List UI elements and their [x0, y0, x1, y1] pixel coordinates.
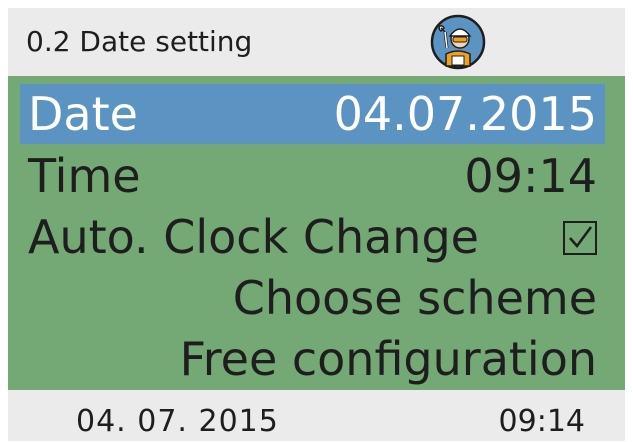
menu-item-free-configuration[interactable]: Free configuration	[20, 329, 605, 389]
check-icon	[569, 226, 593, 248]
status-date: 04. 07. 2015	[76, 404, 279, 439]
menu-item-auto-clock-change[interactable]: Auto. Clock Change	[20, 207, 605, 267]
time-label: Time	[28, 149, 141, 203]
menu-item-date[interactable]: Date 04.07.2015	[20, 84, 605, 144]
header-bar: 0.2 Date setting	[8, 8, 625, 76]
display-screen: 0.2 Date setting Date 04.07.2015 Time 09…	[8, 8, 625, 441]
status-time: 09:14	[498, 404, 585, 439]
free-configuration-label: Free configuration	[179, 332, 597, 386]
status-bar: 04. 07. 2015 09:14	[8, 390, 625, 441]
technician-icon	[430, 14, 486, 70]
settings-menu: Date 04.07.2015 Time 09:14 Auto. Clock C…	[8, 76, 625, 390]
menu-item-time[interactable]: Time 09:14	[20, 146, 605, 206]
menu-item-choose-scheme[interactable]: Choose scheme	[20, 268, 605, 328]
auto-clock-change-checkbox[interactable]	[563, 221, 597, 255]
date-value: 04.07.2015	[333, 87, 597, 141]
page-title: 0.2 Date setting	[26, 25, 253, 58]
auto-clock-change-label: Auto. Clock Change	[28, 210, 479, 264]
choose-scheme-label: Choose scheme	[232, 271, 597, 325]
date-label: Date	[28, 87, 138, 141]
time-value: 09:14	[464, 149, 597, 203]
